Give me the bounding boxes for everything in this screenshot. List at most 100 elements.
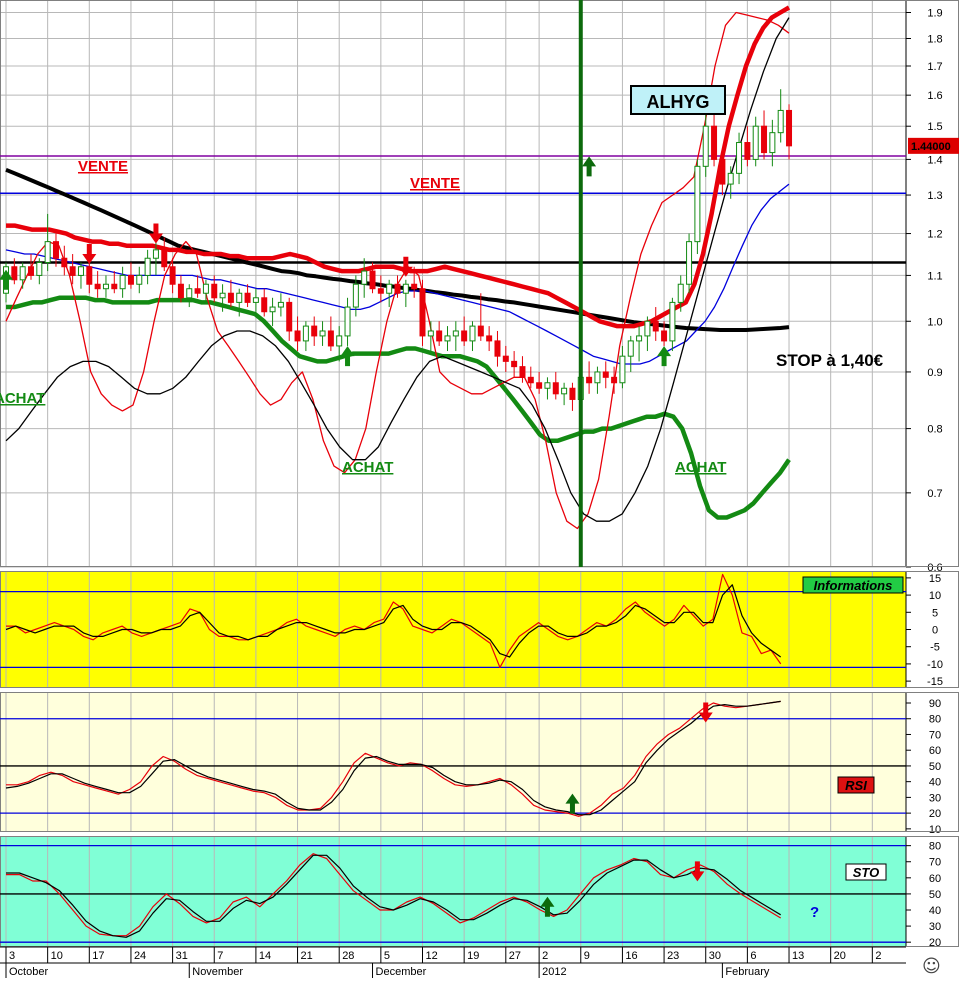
achat-label-1: ACHAT	[0, 390, 45, 407]
x-tick-label: 27	[509, 950, 521, 962]
candle-body	[736, 142, 743, 174]
candle-body	[761, 125, 768, 154]
inf-tick-label: -5	[930, 642, 940, 654]
x-tick-label: 23	[667, 950, 679, 962]
candle-body	[94, 283, 101, 290]
vente-label-1: VENTE	[78, 158, 128, 175]
candle-body	[786, 109, 793, 147]
x-tick-label: 6	[750, 950, 756, 962]
sto-tick-label: 50	[929, 889, 941, 901]
candle-body	[211, 283, 218, 299]
candle-body	[619, 355, 626, 384]
candle-body	[652, 320, 659, 332]
x-tick-label: 20	[834, 950, 846, 962]
candle-body	[219, 292, 226, 299]
price-tick-label: 0.7	[927, 488, 942, 500]
last-price-label: 1.44000	[911, 141, 951, 153]
candle-body	[486, 335, 493, 342]
candle-body	[561, 387, 568, 395]
candle-body	[477, 325, 484, 337]
vente-label-2: VENTE	[410, 175, 460, 192]
x-tick-label: 2	[875, 950, 881, 962]
smiley-icon[interactable]: ☺	[922, 956, 941, 977]
candle-body	[136, 274, 143, 285]
sto-tick-label: 70	[929, 857, 941, 869]
price-tick-label: 1.6	[927, 90, 942, 102]
candle-body	[261, 297, 268, 313]
price-tick-label: 1.3	[927, 190, 942, 202]
candle-body	[769, 132, 776, 154]
rsi-tick-label: 90	[929, 698, 941, 710]
question-mark: ?	[810, 904, 819, 921]
price-tick-label: 1.0	[927, 316, 942, 328]
stock-chart: 1.9 1.8 1.7 1.6 1.5 1.4 1.3 1.2 1.1 1.0 0.9 0.8 0.7 0…	[0, 0, 959, 986]
rsi-tick-label: 80	[929, 714, 941, 726]
price-tick-label: 1.1	[927, 270, 942, 282]
candle-body	[402, 283, 409, 294]
candle-body	[19, 266, 26, 281]
candle-body	[602, 371, 609, 378]
candle-body	[694, 165, 701, 243]
candle-body	[227, 292, 234, 303]
inf-tick-label: -10	[927, 659, 943, 671]
sto-panel: 80706050403020	[0, 836, 959, 949]
sto-background	[0, 836, 906, 947]
rsi-panel: 90 80 70 60 50 40 30 20 10	[0, 692, 959, 836]
candle-body	[252, 297, 259, 303]
price-tick-label: 0.8	[927, 424, 942, 436]
price-tick-label: 0.9	[927, 367, 942, 379]
achat-label-3: ACHAT	[675, 459, 726, 476]
candle-body	[286, 301, 293, 332]
candle-body	[394, 283, 401, 294]
month-label: 2012	[542, 966, 566, 978]
sto-tick-label: 40	[929, 905, 941, 917]
candle-body	[186, 288, 193, 299]
x-tick-label: 7	[217, 950, 223, 962]
inf-tick-label: 10	[929, 590, 941, 602]
candle-body	[161, 249, 168, 268]
candle-body	[277, 301, 284, 308]
x-tick-label: 16	[625, 950, 637, 962]
x-tick-label: 14	[259, 950, 271, 962]
candle-body	[44, 241, 51, 263]
inf-tick-label: 15	[929, 573, 941, 585]
month-label: October	[9, 966, 48, 978]
sto-tag-label: STO	[853, 865, 880, 880]
candle-body	[702, 125, 709, 167]
stop-label: STOP à 1,40€	[776, 351, 884, 370]
candle-body	[686, 241, 693, 285]
candle-body	[169, 266, 176, 285]
candle-body	[69, 266, 76, 276]
candle-body	[661, 330, 668, 342]
candle-body	[527, 376, 534, 384]
x-tick-label: 28	[342, 950, 354, 962]
candle-body	[102, 283, 109, 290]
x-tick-label: 24	[134, 950, 146, 962]
candle-body	[36, 261, 43, 276]
candle-body	[11, 266, 18, 281]
rsi-tick-label: 70	[929, 729, 941, 741]
price-tick-label: 1.5	[927, 121, 942, 133]
candle-body	[352, 283, 359, 308]
candle-body	[411, 283, 418, 290]
candle-body	[327, 330, 334, 347]
candle-body	[361, 270, 368, 285]
price-tick-label: 1.9	[927, 7, 942, 19]
candle-body	[336, 335, 343, 347]
x-tick-label: 9	[584, 950, 590, 962]
rsi-tick-label: 50	[929, 761, 941, 773]
candle-body	[236, 292, 243, 303]
candle-body	[86, 266, 93, 285]
candle-body	[777, 109, 784, 134]
candle-body	[594, 371, 601, 384]
candle-body	[311, 325, 318, 337]
candle-body	[27, 266, 34, 276]
candle-body	[144, 257, 151, 276]
sto-tick-label: 80	[929, 841, 941, 853]
x-tick-label: 19	[467, 950, 479, 962]
rsi-tick-label: 20	[929, 808, 941, 820]
candle-body	[569, 387, 576, 400]
x-tick-label: 3	[9, 950, 15, 962]
x-tick-label: 5	[384, 950, 390, 962]
price-tick-label: 1.4	[927, 154, 942, 166]
